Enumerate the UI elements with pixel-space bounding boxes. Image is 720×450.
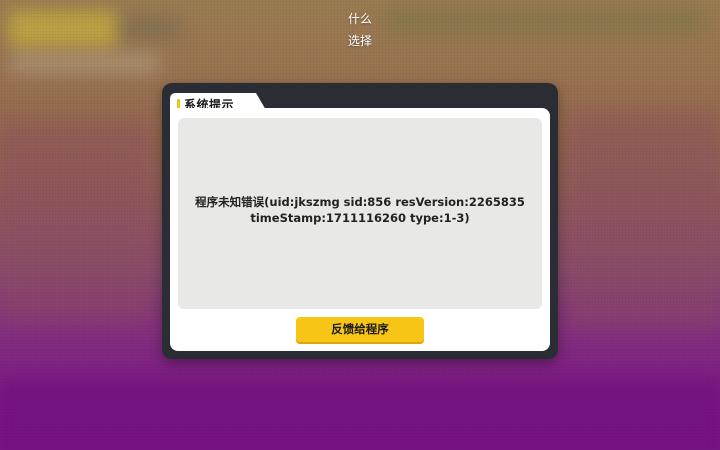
system-alert-dialog: 系统提示 程序未知错误(uid:jkszmg sid:856 resVersio…	[162, 83, 558, 359]
error-message-line-2: timeStamp:1711116260 type:1-3)	[250, 211, 470, 225]
top-menu-text-1: 什么	[347, 12, 372, 26]
top-menu-text-2: 选择	[347, 34, 372, 48]
message-panel: 程序未知错误(uid:jkszmg sid:856 resVersion:226…	[178, 118, 542, 309]
error-message: 程序未知错误(uid:jkszmg sid:856 resVersion:226…	[178, 194, 542, 226]
feedback-button[interactable]: 反馈给程序	[296, 317, 424, 342]
dialog-body: 程序未知错误(uid:jkszmg sid:856 resVersion:226…	[170, 108, 550, 351]
error-message-line-1: 程序未知错误(uid:jkszmg sid:856 resVersion:226…	[195, 195, 525, 209]
